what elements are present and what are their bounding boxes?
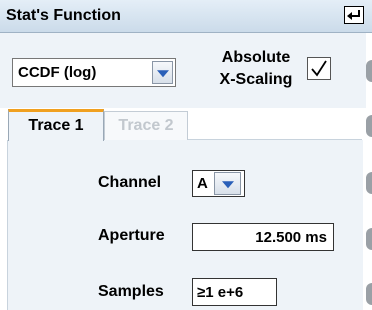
softkey-tab-5[interactable] <box>366 283 372 305</box>
tab-divider <box>188 139 362 140</box>
aperture-input[interactable]: 12.500 ms <box>192 223 334 251</box>
channel-label: Channel <box>98 174 162 191</box>
channel-select[interactable]: A <box>192 170 245 197</box>
absolute-scaling-label-line1: Absolute <box>221 49 291 66</box>
chevron-down-icon <box>221 180 234 188</box>
window-title: Stat's Function <box>6 7 121 24</box>
chevron-down-icon <box>156 69 169 77</box>
softkey-tab-1[interactable] <box>366 60 372 82</box>
absolute-scaling-checkbox[interactable] <box>307 57 331 80</box>
channel-dropdown-button[interactable] <box>214 172 241 195</box>
aperture-value: 12.500 ms <box>255 229 327 246</box>
function-select-value: CCDF (log) <box>18 64 97 81</box>
tab-trace-2[interactable]: Trace 2 <box>104 111 188 140</box>
aperture-label: Aperture <box>98 227 165 244</box>
absolute-scaling-label: Absolute X-Scaling <box>206 47 306 91</box>
absolute-scaling-label-line2: X-Scaling <box>219 71 293 88</box>
softkey-tab-4[interactable] <box>366 228 372 250</box>
title-bar: Stat's Function <box>0 0 372 33</box>
channel-value: A <box>197 175 208 192</box>
samples-label: Samples <box>98 283 164 300</box>
function-select[interactable]: CCDF (log) <box>12 58 176 87</box>
tab-trace-1[interactable]: Trace 1 <box>8 109 104 141</box>
samples-value: ≥1 e+6 <box>197 284 244 301</box>
checkmark-icon <box>311 60 327 77</box>
function-dropdown-button[interactable] <box>152 61 173 84</box>
softkey-tab-3[interactable] <box>366 172 372 194</box>
softkey-tab-2[interactable] <box>366 115 372 137</box>
enter-button[interactable] <box>344 6 364 24</box>
enter-icon <box>347 10 360 20</box>
samples-input[interactable]: ≥1 e+6 <box>192 278 277 306</box>
